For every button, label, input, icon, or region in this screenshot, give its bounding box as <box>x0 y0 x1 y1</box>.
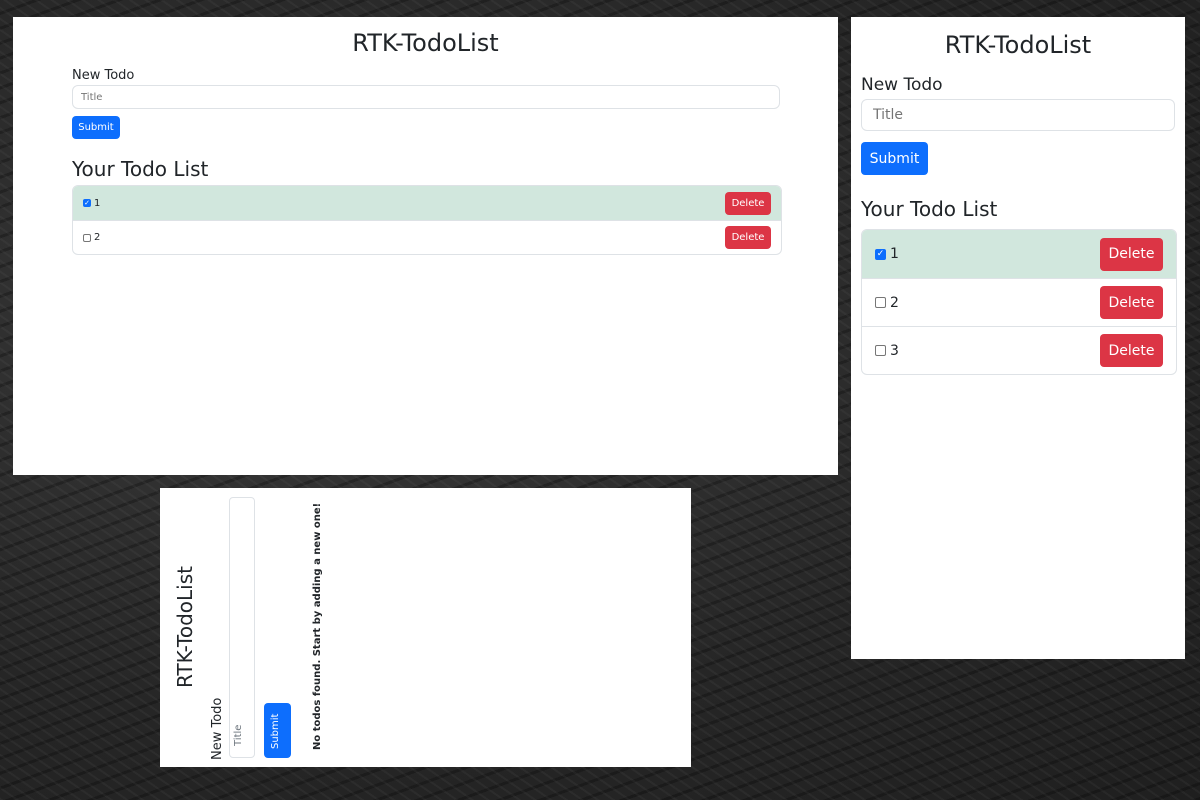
app-title: RTK-TodoList <box>352 29 499 57</box>
submit-button[interactable]: Submit <box>264 703 291 758</box>
todo-item: 2 Delete <box>73 220 781 254</box>
delete-button[interactable]: Delete <box>1100 286 1163 319</box>
title-input[interactable] <box>861 99 1175 131</box>
todo-item: 2 Delete <box>862 278 1176 326</box>
todo-list-title: Your Todo List <box>72 157 209 181</box>
todo-list: ✓ 1 Delete 2 Delete 3 Delete <box>861 229 1177 375</box>
todo-item: ✓ 1 Delete <box>73 186 781 220</box>
todo-label: 2 <box>890 294 899 311</box>
new-todo-label: New Todo <box>861 75 943 95</box>
mobile-app-panel: RTK-TodoList New Todo Submit Your Todo L… <box>851 17 1185 659</box>
todo-checkbox[interactable]: ✓ <box>83 199 91 207</box>
todo-list: ✓ 1 Delete 2 Delete <box>72 185 782 255</box>
submit-button[interactable]: Submit <box>72 116 120 139</box>
app-title: RTK-TodoList <box>944 31 1092 59</box>
empty-state-panel: RTK-TodoList New Todo Title Submit No to… <box>160 488 691 767</box>
todo-label: 3 <box>890 342 899 359</box>
submit-button-label: Submit <box>270 713 281 749</box>
delete-button[interactable]: Delete <box>725 226 771 249</box>
new-todo-label: New Todo <box>210 697 225 760</box>
title-input[interactable] <box>72 85 780 109</box>
app-title: RTK-TodoList <box>173 565 197 688</box>
delete-button[interactable]: Delete <box>1100 237 1163 271</box>
delete-button[interactable]: Delete <box>1100 334 1163 367</box>
delete-button[interactable]: Delete <box>725 191 771 215</box>
empty-state-message: No todos found. Start by adding a new on… <box>312 502 323 750</box>
todo-label: 2 <box>94 232 101 243</box>
submit-button[interactable]: Submit <box>861 142 928 175</box>
title-input[interactable]: Title <box>229 497 255 758</box>
todo-list-title: Your Todo List <box>861 197 998 221</box>
todo-label: 1 <box>890 246 899 262</box>
todo-checkbox[interactable]: ✓ <box>875 248 886 260</box>
todo-label: 1 <box>94 197 101 209</box>
title-input-placeholder: Title <box>233 724 244 746</box>
todo-item: ✓ 1 Delete <box>862 230 1176 278</box>
todo-checkbox[interactable] <box>875 345 886 356</box>
todo-checkbox[interactable] <box>83 233 91 242</box>
desktop-app-panel: RTK-TodoList New Todo Submit Your Todo L… <box>13 17 838 475</box>
todo-checkbox[interactable] <box>875 297 886 308</box>
todo-item: 3 Delete <box>862 326 1176 374</box>
new-todo-label: New Todo <box>72 68 135 83</box>
